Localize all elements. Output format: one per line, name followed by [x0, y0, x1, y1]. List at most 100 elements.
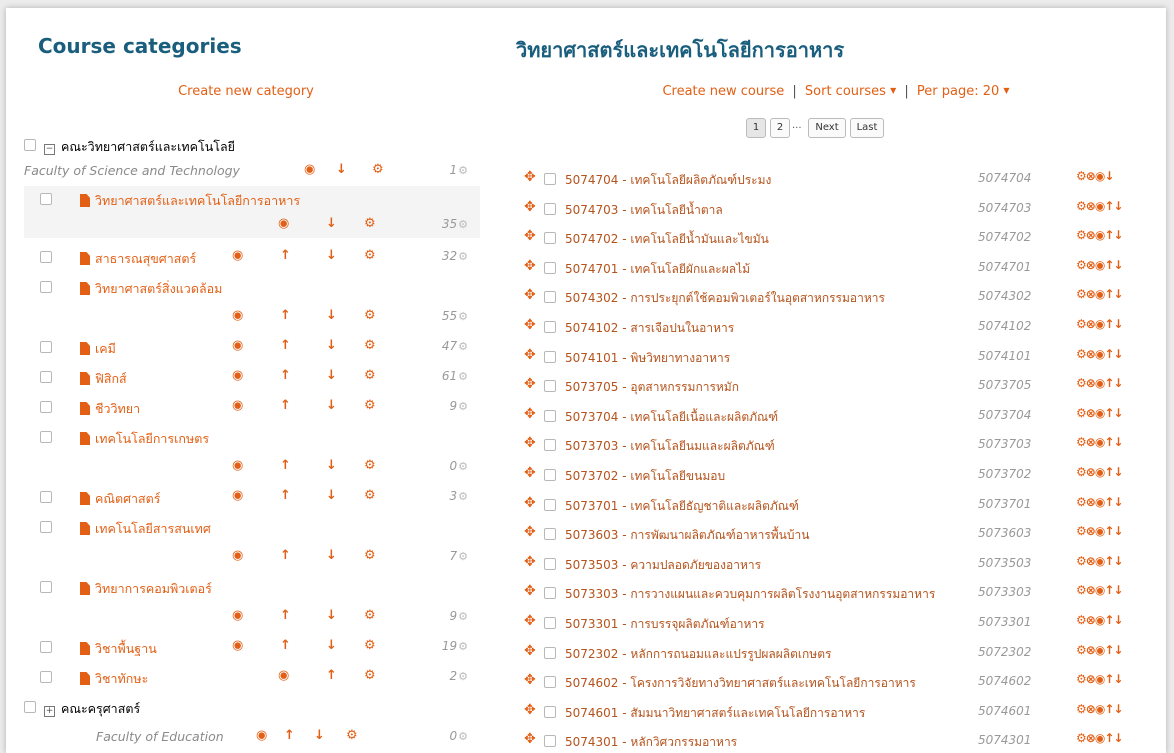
per-page-dropdown[interactable]: Per page: 20 ▼ — [917, 84, 1010, 99]
eye-icon[interactable]: ◉ — [1095, 376, 1106, 390]
eye-icon[interactable]: ◉ — [1095, 672, 1106, 686]
delete-icon[interactable]: ⊗ — [1086, 583, 1096, 597]
eye-icon[interactable]: ◉ — [1095, 435, 1106, 449]
move-icon[interactable]: ✥ — [524, 406, 536, 422]
category-name[interactable]: วิทยาศาสตร์สิ่งแวดล้อม — [95, 281, 222, 296]
eye-icon[interactable]: ◉ — [256, 728, 267, 743]
delete-icon[interactable]: ⊗ — [1086, 731, 1096, 745]
category-row-skills[interactable]: วิชาทักษะ ◉ ↑ ⚙ 2⚙ — [24, 664, 480, 690]
arrow-up-icon[interactable]: ↑ — [280, 488, 291, 503]
move-icon[interactable]: ✥ — [524, 435, 536, 451]
delete-icon[interactable]: ⊗ — [1086, 672, 1096, 686]
course-row[interactable]: ✥ 5073503 - ความปลอดภัยของอาหาร 5073503 ⚙⊗◉… — [520, 551, 1160, 577]
delete-icon[interactable]: ⊗ — [1086, 554, 1096, 568]
course-row[interactable]: ✥ 5073705 - อุตสาหกรรมการหมัก 5073705 ⚙⊗◉↑↓ — [520, 373, 1160, 399]
arrow-down-icon[interactable]: ↓ — [1113, 406, 1123, 420]
arrow-down-icon[interactable]: ↓ — [326, 398, 337, 413]
eye-icon[interactable]: ◉ — [304, 162, 315, 177]
course-name-link[interactable]: 5073301 - การบรรจุผลิตภัณฑ์อาหาร — [565, 615, 765, 634]
eye-icon[interactable]: ◉ — [1095, 495, 1106, 509]
category-row-cs[interactable]: วิทยาการคอมพิวเตอร์ — [24, 574, 480, 600]
cog-icon[interactable]: ⚙ — [1076, 702, 1087, 716]
eye-icon[interactable]: ◉ — [232, 548, 243, 563]
course-checkbox[interactable] — [544, 499, 556, 511]
move-icon[interactable]: ✥ — [524, 613, 536, 629]
cog-icon[interactable]: ⚙ — [1076, 524, 1087, 538]
move-icon[interactable]: ✥ — [524, 228, 536, 244]
delete-icon[interactable]: ⊗ — [1086, 465, 1096, 479]
course-name-link[interactable]: 5073702 - เทคโนโลยีขนมอบ — [565, 467, 725, 486]
course-name-link[interactable]: 5074703 - เทคโนโลยีน้ำตาล — [565, 201, 723, 220]
arrow-down-icon[interactable]: ↓ — [1113, 613, 1123, 627]
arrow-down-icon[interactable]: ↓ — [326, 308, 337, 323]
arrow-down-icon[interactable]: ↓ — [1113, 228, 1123, 242]
sort-courses-dropdown[interactable]: Sort courses ▼ — [805, 84, 896, 99]
course-name-link[interactable]: 5074602 - โครงการวิจัยทางวิทยาศาสตร์และเ… — [565, 674, 916, 693]
course-row[interactable]: ✥ 5074101 - พิษวิทยาทางอาหาร 5074101 ⚙⊗◉↑↓ — [520, 344, 1160, 370]
eye-icon[interactable]: ◉ — [1095, 583, 1106, 597]
move-icon[interactable]: ✥ — [524, 169, 536, 185]
category-row-math[interactable]: คณิตศาสตร์ ◉ ↑ ↓ ⚙ 3⚙ — [24, 484, 480, 510]
move-icon[interactable]: ✥ — [524, 524, 536, 540]
move-icon[interactable]: ✥ — [524, 258, 536, 274]
course-row[interactable]: ✥ 5074702 - เทคโนโลยีน้ำมันและไขมัน 507470… — [520, 225, 1160, 251]
category-row-chemistry[interactable]: เคมี ◉ ↑ ↓ ⚙ 47⚙ — [24, 334, 480, 360]
category-name[interactable]: วิชาพื้นฐาน — [95, 641, 157, 656]
course-checkbox[interactable] — [544, 232, 556, 244]
category-checkbox[interactable] — [40, 193, 52, 205]
arrow-down-icon[interactable]: ↓ — [326, 368, 337, 383]
cog-icon[interactable]: ⚙ — [1076, 583, 1087, 597]
move-icon[interactable]: ✥ — [524, 347, 536, 363]
course-checkbox[interactable] — [544, 706, 556, 718]
category-checkbox[interactable] — [40, 401, 52, 413]
eye-icon[interactable]: ◉ — [1095, 347, 1106, 361]
course-checkbox[interactable] — [544, 380, 556, 392]
course-row[interactable]: ✥ 5073303 - การวางแผนและควบคุมการผลิตโรงง… — [520, 580, 1160, 606]
cog-icon[interactable]: ⚙ — [1076, 406, 1087, 420]
cog-icon[interactable]: ⚙ — [1076, 199, 1087, 213]
arrow-down-icon[interactable]: ↓ — [1113, 287, 1123, 301]
course-name-link[interactable]: 5073701 - เทคโนโลยีธัญชาติและผลิตภัณฑ์ — [565, 497, 799, 516]
arrow-down-icon[interactable]: ↓ — [1113, 199, 1123, 213]
move-icon[interactable]: ✥ — [524, 495, 536, 511]
cogs-icon[interactable]: ⚙ — [364, 548, 376, 563]
category-checkbox[interactable] — [40, 281, 52, 293]
course-checkbox[interactable] — [544, 351, 556, 363]
category-row-food-science[interactable]: วิทยาศาสตร์และเทคโนโลยีการอาหาร — [24, 186, 480, 212]
category-row-physics[interactable]: ฟิสิกส์ ◉ ↑ ↓ ⚙ 61⚙ — [24, 364, 480, 390]
delete-icon[interactable]: ⊗ — [1086, 169, 1096, 183]
arrow-down-icon[interactable]: ↓ — [314, 728, 325, 743]
arrow-down-icon[interactable]: ↓ — [326, 638, 337, 653]
category-name[interactable]: ชีววิทยา — [95, 401, 140, 416]
eye-icon[interactable]: ◉ — [1095, 406, 1106, 420]
category-name[interactable]: คณะครุศาสตร์ — [61, 701, 140, 716]
category-row-science[interactable]: − คณะวิทยาศาสตร์และเทคโนโลยี — [24, 132, 480, 158]
cogs-icon[interactable]: ⚙ — [364, 488, 376, 503]
move-icon[interactable]: ✥ — [524, 583, 536, 599]
cogs-icon[interactable]: ⚙ — [364, 398, 376, 413]
cog-icon[interactable]: ⚙ — [1076, 465, 1087, 479]
category-row-general[interactable]: วิชาพื้นฐาน ◉ ↑ ↓ ⚙ 19⚙ — [24, 634, 480, 660]
page-1-button[interactable]: 1 — [746, 118, 766, 138]
arrow-down-icon[interactable]: ↓ — [326, 548, 337, 563]
course-row[interactable]: ✥ 5072302 - หลักการถนอมและแปรรูปผลผลิตเกษ… — [520, 640, 1160, 666]
arrow-up-icon[interactable]: ↑ — [280, 638, 291, 653]
course-checkbox[interactable] — [544, 676, 556, 688]
arrow-up-icon[interactable]: ↑ — [280, 548, 291, 563]
arrow-down-icon[interactable]: ↓ — [1113, 495, 1123, 509]
course-checkbox[interactable] — [544, 558, 556, 570]
arrow-up-icon[interactable]: ↑ — [280, 338, 291, 353]
category-checkbox[interactable] — [40, 671, 52, 683]
cogs-icon[interactable]: ⚙ — [364, 608, 376, 623]
arrow-down-icon[interactable]: ↓ — [336, 162, 347, 177]
eye-icon[interactable]: ◉ — [1095, 524, 1106, 538]
delete-icon[interactable]: ⊗ — [1086, 524, 1096, 538]
arrow-down-icon[interactable]: ↓ — [1113, 258, 1123, 272]
last-page-button[interactable]: Last — [850, 118, 884, 138]
move-icon[interactable]: ✥ — [524, 199, 536, 215]
delete-icon[interactable]: ⊗ — [1086, 495, 1096, 509]
cogs-icon[interactable]: ⚙ — [364, 668, 376, 683]
course-checkbox[interactable] — [544, 173, 556, 185]
eye-icon[interactable]: ◉ — [232, 458, 243, 473]
course-name-link[interactable]: 5074101 - พิษวิทยาทางอาหาร — [565, 349, 730, 368]
